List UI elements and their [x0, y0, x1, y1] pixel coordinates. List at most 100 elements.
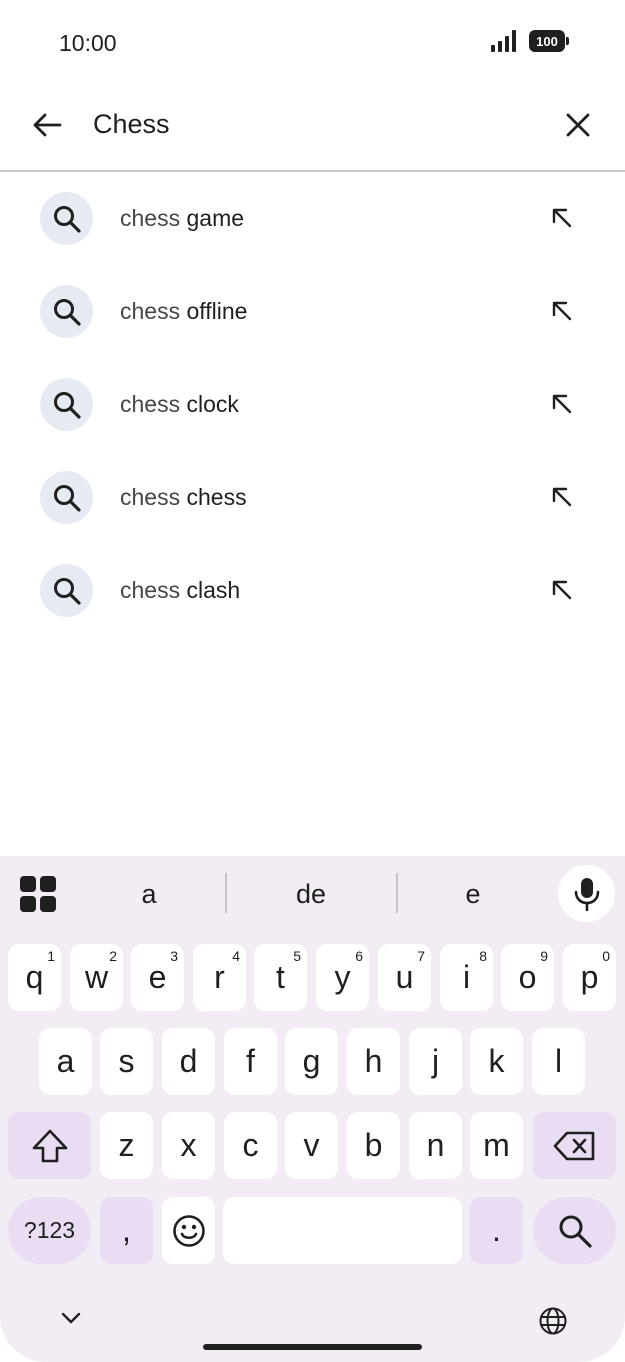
key-g[interactable]: g — [285, 1028, 338, 1095]
fill-query-arrow-icon[interactable] — [547, 296, 577, 326]
backspace-key[interactable] — [533, 1112, 616, 1179]
candidate-word[interactable]: e — [413, 876, 533, 912]
suggestion-prefix: chess — [120, 205, 187, 231]
fill-query-arrow-icon[interactable] — [547, 575, 577, 605]
key-c[interactable]: c — [224, 1112, 277, 1179]
key-f[interactable]: f — [224, 1028, 277, 1095]
chevron-down-icon[interactable] — [58, 1310, 84, 1331]
search-icon — [40, 285, 93, 338]
key-q[interactable]: q1 — [8, 944, 61, 1011]
key-t[interactable]: t5 — [254, 944, 307, 1011]
key-label: p — [580, 959, 599, 995]
key-k[interactable]: k — [470, 1028, 523, 1095]
status-time: 10:00 — [59, 30, 117, 56]
suggestion-item[interactable]: chess game — [0, 172, 625, 265]
key-label: o — [518, 959, 537, 995]
fill-query-arrow-icon[interactable] — [547, 389, 577, 419]
fill-query-arrow-icon[interactable] — [547, 482, 577, 512]
fill-query-arrow-icon[interactable] — [547, 203, 577, 233]
search-icon — [40, 471, 93, 524]
suggestion-item[interactable]: chess clock — [0, 358, 625, 451]
suggestion-text: chess offline — [120, 295, 247, 327]
key-i[interactable]: i8 — [440, 944, 493, 1011]
voice-input-button[interactable] — [558, 865, 615, 922]
key-z[interactable]: z — [100, 1112, 153, 1179]
clear-search-button[interactable] — [557, 104, 599, 146]
battery-tip — [566, 37, 569, 45]
key-label: w — [84, 959, 109, 995]
keyboard-suggestion-strip: a de e — [0, 856, 625, 934]
key-label: t — [276, 959, 285, 995]
key-l[interactable]: l — [532, 1028, 585, 1095]
key-hint: 0 — [602, 948, 610, 964]
home-indicator[interactable] — [203, 1344, 422, 1350]
suggestion-completion: clash — [186, 577, 241, 603]
key-hint: 7 — [417, 948, 425, 964]
emoji-key[interactable] — [162, 1197, 215, 1264]
suggestion-completion: clock — [186, 391, 239, 417]
key-hint: 9 — [540, 948, 548, 964]
microphone-icon — [574, 877, 599, 911]
key-label: i — [462, 959, 471, 995]
search-icon — [40, 192, 93, 245]
on-screen-keyboard: a de e q1 w2 e3 r4 t5 y6 u7 i8 o9 p0 a s… — [0, 856, 625, 1362]
search-bar: Chess — [0, 86, 625, 172]
suggestion-completion: game — [186, 205, 245, 231]
key-w[interactable]: w2 — [70, 944, 123, 1011]
suggestion-item[interactable]: chess chess — [0, 451, 625, 544]
search-input[interactable]: Chess — [93, 106, 170, 142]
keyboard-bottom-bar — [0, 1296, 625, 1362]
key-s[interactable]: s — [100, 1028, 153, 1095]
key-r[interactable]: r4 — [193, 944, 246, 1011]
emoji-icon — [172, 1214, 205, 1247]
key-label: u — [395, 959, 414, 995]
key-p[interactable]: p0 — [563, 944, 616, 1011]
back-button[interactable] — [26, 104, 68, 146]
key-h[interactable]: h — [347, 1028, 400, 1095]
key-a[interactable]: a — [39, 1028, 92, 1095]
suggestion-text: chess chess — [120, 481, 247, 513]
key-label: e — [148, 959, 167, 995]
period-key[interactable]: . — [470, 1197, 523, 1264]
suggestion-prefix: chess — [120, 298, 187, 324]
candidate-divider — [225, 873, 227, 913]
key-o[interactable]: o9 — [501, 944, 554, 1011]
key-e[interactable]: e3 — [131, 944, 184, 1011]
suggestion-prefix: chess — [120, 484, 187, 510]
candidate-word[interactable]: a — [89, 876, 209, 912]
suggestion-item[interactable]: chess offline — [0, 265, 625, 358]
suggestion-text: chess clock — [120, 388, 239, 420]
space-key[interactable] — [223, 1197, 462, 1264]
search-icon — [40, 378, 93, 431]
back-arrow-icon — [33, 113, 62, 137]
globe-icon[interactable] — [538, 1306, 568, 1341]
key-n[interactable]: n — [409, 1112, 462, 1179]
key-v[interactable]: v — [285, 1112, 338, 1179]
key-u[interactable]: u7 — [378, 944, 431, 1011]
key-b[interactable]: b — [347, 1112, 400, 1179]
comma-key[interactable]: , — [100, 1197, 153, 1264]
key-m[interactable]: m — [470, 1112, 523, 1179]
search-icon — [40, 564, 93, 617]
suggestion-text: chess game — [120, 202, 244, 234]
suggestion-item[interactable]: chess clash — [0, 544, 625, 637]
key-x[interactable]: x — [162, 1112, 215, 1179]
key-y[interactable]: y6 — [316, 944, 369, 1011]
key-d[interactable]: d — [162, 1028, 215, 1095]
key-label: q — [25, 959, 44, 995]
suggestion-prefix: chess — [120, 577, 187, 603]
status-bar: 10:00 100 — [0, 0, 625, 86]
key-hint: 4 — [232, 948, 240, 964]
signal-icon — [491, 30, 519, 52]
search-action-key[interactable] — [533, 1197, 616, 1264]
symbols-key[interactable]: ?123 — [8, 1197, 91, 1264]
shift-key[interactable] — [8, 1112, 91, 1179]
key-j[interactable]: j — [409, 1028, 462, 1095]
suggestion-text: chess clash — [120, 574, 240, 606]
keyboard-apps-icon[interactable] — [20, 876, 58, 914]
candidate-word[interactable]: de — [251, 876, 371, 912]
key-hint: 8 — [479, 948, 487, 964]
suggestion-prefix: chess — [120, 391, 187, 417]
key-hint: 3 — [170, 948, 178, 964]
status-icons: 100 — [491, 30, 569, 52]
